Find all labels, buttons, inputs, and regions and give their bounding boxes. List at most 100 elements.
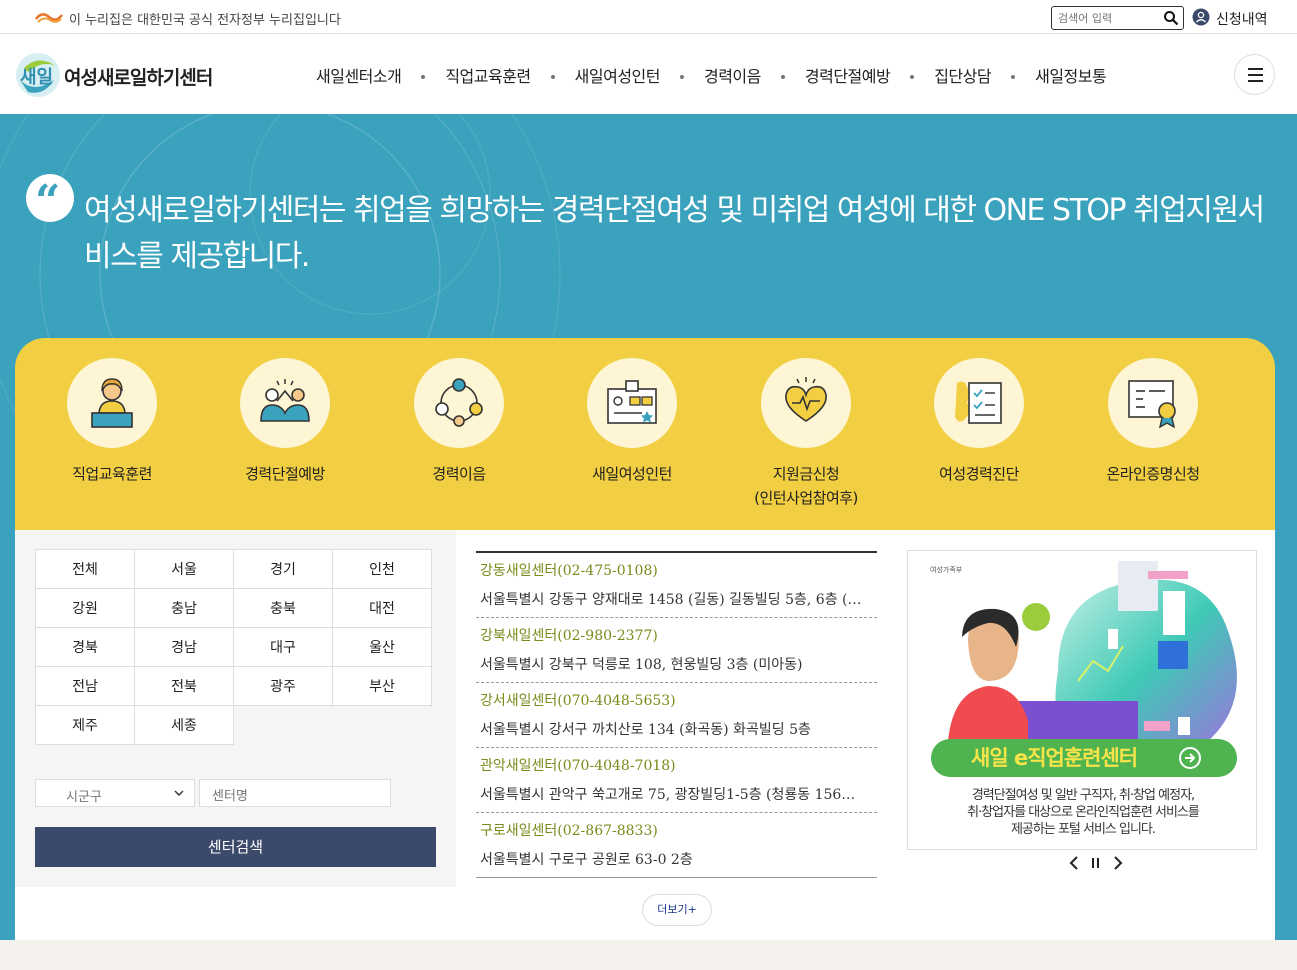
list-item[interactable]: 구로새일센터(02-867-8833) 서울특별시 구로구 공원로 63-0 2… (476, 813, 877, 878)
service-label: 경력이음 (432, 465, 486, 483)
region-daejeon[interactable]: 대전 (332, 588, 432, 628)
promo-banner[interactable]: 여성가족부 새일 e직업훈련센터 경력단절여성 및 일반 구직자, 취·창업 예… (907, 550, 1257, 850)
region-busan[interactable]: 부산 (332, 666, 432, 706)
region-gangwon[interactable]: 강원 (35, 588, 135, 628)
search-icon[interactable] (1163, 10, 1179, 26)
district-select-label: 시군구 (66, 790, 102, 805)
list-item[interactable]: 강북새일센터(02-980-2377) 서울특별시 강북구 덕릉로 108, 현… (476, 618, 877, 683)
region-gyeonggi[interactable]: 경기 (233, 549, 333, 589)
banner-description: 경력단절여성 및 일반 구직자, 취·창업 예정자, 취·창업자를 대상으로 온… (928, 787, 1238, 838)
slider-controls (1069, 856, 1123, 870)
region-seoul[interactable]: 서울 (134, 549, 234, 589)
center-name[interactable]: 강서새일센터(070-4048-5653) (480, 689, 873, 713)
list-item[interactable]: 강동새일센터(02-475-0108) 서울특별시 강동구 양재대로 1458 … (476, 553, 877, 618)
hamburger-line (1248, 74, 1263, 76)
center-address: 서울특별시 강동구 양재대로 1458 (길동) 길동빌딩 5층, 6층 (… (480, 592, 862, 608)
checklist-icon (955, 381, 1002, 424)
service-item-online-cert[interactable]: 온라인증명신청 (1083, 358, 1223, 486)
service-item-subsidy[interactable]: 지원금신청 (인턴사업참여후) (736, 358, 876, 510)
region-incheon[interactable]: 인천 (332, 549, 432, 589)
region-sejong[interactable]: 세종 (134, 705, 234, 745)
region-search-panel: 전체 서울 경기 인천 강원 충남 충북 대전 경북 경남 대구 울산 전남 전… (15, 530, 456, 887)
region-gyeongbuk[interactable]: 경북 (35, 627, 135, 667)
footer-strip (0, 940, 1297, 970)
service-item-career-link[interactable]: 경력이음 (389, 358, 529, 486)
region-chungnam[interactable]: 충남 (134, 588, 234, 628)
list-item[interactable]: 관악새일센터(070-4048-7018) 서울특별시 관악구 쑥고개로 75,… (476, 748, 877, 813)
logo-icon[interactable]: 새일 (14, 50, 62, 98)
chevron-right-icon[interactable] (1114, 856, 1123, 870)
more-button[interactable]: 더보기+ (642, 894, 712, 926)
service-item-prevention[interactable]: 경력단절예방 (215, 358, 355, 486)
main-nav: 새일센터소개 직업교육훈련 새일여성인턴 경력이음 경력단절예방 집단상담 새일… (316, 63, 1107, 87)
pause-icon[interactable] (1092, 858, 1099, 868)
nav-separator (910, 75, 915, 79)
region-jeju[interactable]: 제주 (35, 705, 135, 745)
center-name[interactable]: 강동새일센터(02-475-0108) (480, 559, 873, 583)
chevron-down-icon (174, 790, 184, 796)
service-label: 온라인증명신청 (1106, 465, 1200, 483)
center-name-input[interactable] (199, 779, 391, 807)
center-address: 서울특별시 관악구 쑥고개로 75, 광장빌딩1-5층 (청룡동 156… (480, 787, 856, 803)
region-jeonnam[interactable]: 전남 (35, 666, 135, 706)
search-input[interactable] (1058, 10, 1158, 26)
center-search-button[interactable]: 센터검색 (35, 827, 436, 867)
quote-icon: “ (26, 174, 74, 224)
user-icon[interactable] (1192, 8, 1210, 26)
region-ulsan[interactable]: 울산 (332, 627, 432, 667)
search-box[interactable] (1051, 6, 1184, 30)
region-daegu[interactable]: 대구 (233, 627, 333, 667)
gov-logo-icon (35, 13, 63, 23)
list-item[interactable]: 강서새일센터(070-4048-5653) 서울특별시 강서구 까치산로 134… (476, 683, 877, 748)
district-select[interactable]: 시군구 (35, 779, 195, 807)
service-item-intern[interactable]: 새일여성인턴 (562, 358, 702, 486)
certificate-icon (1128, 380, 1176, 429)
service-item-training[interactable]: 직업교육훈련 (42, 358, 182, 486)
nav-item-info[interactable]: 새일정보통 (1035, 63, 1107, 87)
hamburger-line (1248, 80, 1263, 82)
arrow-right-icon (1179, 747, 1201, 769)
hamburger-line (1248, 68, 1263, 70)
center-name[interactable]: 강북새일센터(02-980-2377) (480, 624, 873, 648)
apply-history-link[interactable]: 신청내역 (1216, 9, 1268, 29)
nav-separator (550, 75, 555, 79)
center-address: 서울특별시 구로구 공원로 63-0 2층 (480, 852, 693, 868)
banner-desc-line: 제공하는 포털 서비스 입니다. (1010, 822, 1156, 837)
id-card-icon (607, 380, 657, 424)
region-chungbuk[interactable]: 충북 (233, 588, 333, 628)
banner-title-pill: 새일 e직업훈련센터 (931, 739, 1237, 777)
nav-item-training[interactable]: 직업교육훈련 (445, 63, 531, 87)
service-circle (934, 358, 1024, 448)
service-label: 경력단절예방 (245, 465, 325, 483)
network-icon (435, 378, 483, 427)
service-item-career-diagnosis[interactable]: 여성경력진단 (909, 358, 1049, 486)
nav-item-career-link[interactable]: 경력이음 (704, 63, 761, 87)
hero-headline: 여성새로일하기센터는 취업을 희망하는 경력단절여성 및 미취업 여성에 대한 … (84, 193, 1265, 274)
content-area: 전체 서울 경기 인천 강원 충남 충북 대전 경북 경남 대구 울산 전남 전… (15, 530, 1275, 940)
center-name[interactable]: 관악새일센터(070-4048-7018) (480, 754, 873, 778)
center-address: 서울특별시 강서구 까치산로 134 (화곡동) 화곡빌딩 5층 (480, 722, 811, 738)
service-label: 여성경력진단 (939, 465, 1019, 483)
people-icon (260, 379, 310, 422)
banner-desc-line: 경력단절여성 및 일반 구직자, 취·창업 예정자, (971, 788, 1195, 803)
nav-item-intro[interactable]: 새일센터소개 (316, 63, 402, 87)
chevron-left-icon[interactable] (1069, 856, 1078, 870)
region-gyeongnam[interactable]: 경남 (134, 627, 234, 667)
region-all[interactable]: 전체 (35, 549, 135, 589)
nav-item-prevention[interactable]: 경력단절예방 (805, 63, 891, 87)
hamburger-menu-button[interactable] (1234, 54, 1275, 95)
service-circle (1108, 358, 1198, 448)
region-jeonbuk[interactable]: 전북 (134, 666, 234, 706)
nav-item-group-counsel[interactable]: 집단상담 (934, 63, 991, 87)
gov-banner: 이 누리집은 대한민국 공식 전자정부 누리집입니다 신청내역 (0, 0, 1297, 34)
teacher-icon (91, 378, 133, 428)
heart-hand-icon (785, 377, 827, 422)
ministry-label: 여성가족부 (930, 566, 963, 574)
nav-separator (421, 75, 426, 79)
site-header: 새일 여성새로일하기센터 새일센터소개 직업교육훈련 새일여성인턴 경력이음 경… (0, 34, 1297, 114)
nav-item-intern[interactable]: 새일여성인턴 (575, 63, 661, 87)
svg-text:새일: 새일 (20, 67, 53, 88)
region-gwangju[interactable]: 광주 (233, 666, 333, 706)
site-logo-text[interactable]: 여성새로일하기센터 (64, 63, 213, 90)
center-name[interactable]: 구로새일센터(02-867-8833) (480, 819, 873, 843)
